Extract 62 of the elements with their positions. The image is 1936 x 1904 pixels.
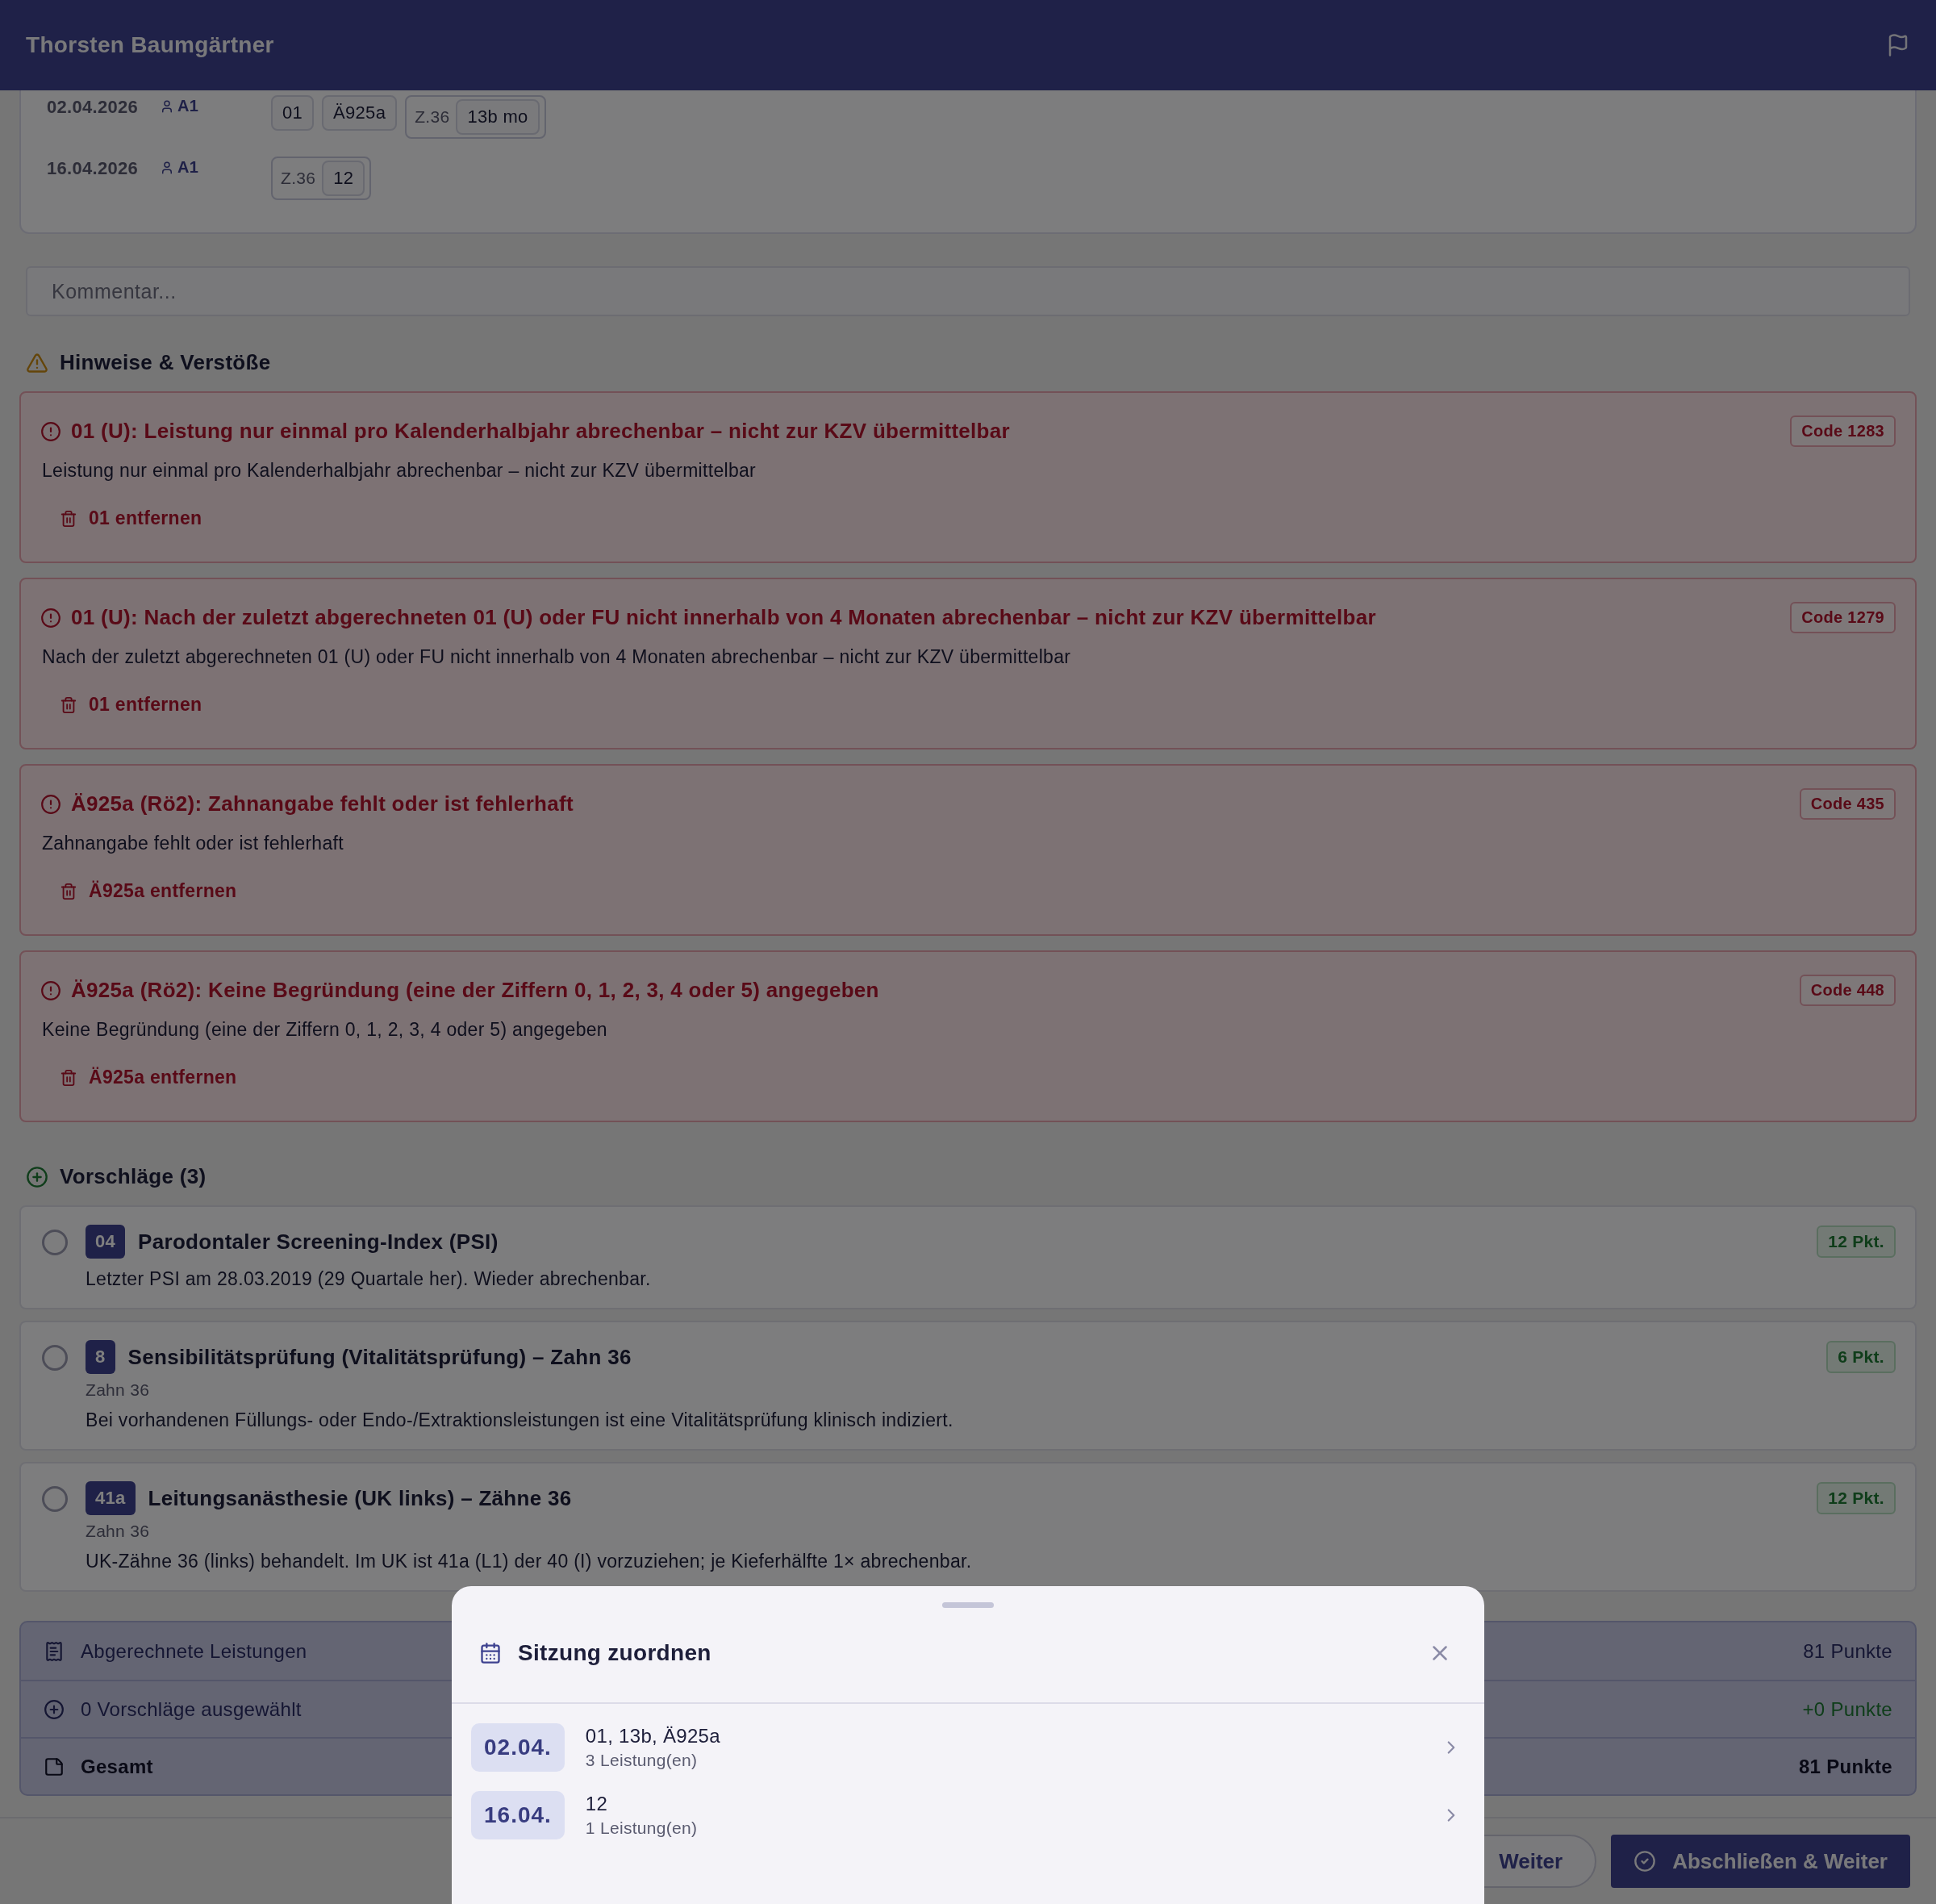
date-badge: 16.04. bbox=[471, 1791, 565, 1839]
points-badge: 6 Pkt. bbox=[1826, 1341, 1896, 1373]
finish-button[interactable]: Abschließen & Weiter bbox=[1611, 1835, 1910, 1888]
code-badge: 04 bbox=[86, 1225, 126, 1259]
violation-description: Zahnangabe fehlt oder ist fehlerhaft bbox=[42, 833, 344, 854]
suggestion-description: UK-Zähne 36 (links) behandelt. Im UK ist 41a (L1) der 40 (I) vorzuziehen; je Kieferhälfte 1× abrechenbar. bbox=[86, 1551, 973, 1572]
tooth-label: Zahn 36 bbox=[86, 1380, 151, 1400]
practitioner-label: A1 bbox=[177, 158, 199, 177]
section-title: Hinweise & Verstöße bbox=[60, 350, 271, 375]
violation-description: Leistung nur einmal pro Kalenderhalbjahr abrechenbar – nicht zur KZV übermittelbar bbox=[42, 460, 757, 482]
code-chip[interactable]: Ä925a bbox=[322, 95, 398, 131]
section-title: Vorschläge (3) bbox=[60, 1164, 207, 1189]
tooth-code-group[interactable]: Z.36 12 bbox=[271, 157, 372, 200]
session-codes: 12 bbox=[585, 1793, 609, 1815]
session-date: 02.04.2026 bbox=[47, 97, 140, 118]
remove-button[interactable]: 01 entfernen bbox=[40, 503, 222, 534]
tooth-code-group[interactable]: Z.36 13b mo bbox=[405, 95, 546, 139]
code-badge: Code 1279 bbox=[1790, 602, 1896, 633]
code-chip[interactable]: 01 bbox=[271, 95, 315, 131]
code-badge: 8 bbox=[86, 1340, 115, 1374]
comment-field[interactable]: Kommentar... bbox=[26, 266, 1910, 316]
summary-label: 0 Vorschläge ausgewählt bbox=[81, 1697, 302, 1721]
date-badge: 02.04. bbox=[471, 1723, 565, 1772]
points-badge: 12 Pkt. bbox=[1817, 1482, 1896, 1514]
violation-description: Nach der zuletzt abgerechneten 01 (U) oder FU nicht innerhalb von 4 Monaten abrechenbar – nicht zur KZV übermittelbar bbox=[42, 646, 1072, 668]
session-option[interactable]: 16.04. 12 1 Leistung(en) bbox=[452, 1772, 1484, 1839]
points-badge: 12 Pkt. bbox=[1817, 1225, 1896, 1258]
tooth-label: Z.36 bbox=[415, 107, 450, 127]
patient-name: Thorsten Baumgärtner bbox=[26, 32, 274, 58]
code-chip[interactable]: 12 bbox=[322, 161, 365, 196]
suggestion-title: Parodontaler Screening-Index (PSI) bbox=[138, 1229, 499, 1255]
summary-value: 81 Punkte bbox=[1803, 1639, 1892, 1663]
summary-label: Gesamt bbox=[81, 1755, 153, 1778]
session-option[interactable]: 02.04. 01, 13b, Ä925a 3 Leistung(en) bbox=[452, 1704, 1484, 1772]
code-badge: Code 435 bbox=[1799, 788, 1896, 820]
service-count: 3 Leistung(en) bbox=[585, 1751, 699, 1770]
violation-title: 01 (U): Nach der zuletzt abgerechneten 01 (U) oder FU nicht innerhalb von 4 Monaten abrechenbar – nicht zur KZV übermittelbar bbox=[71, 605, 1377, 630]
code-chip[interactable]: 13b mo bbox=[456, 99, 540, 135]
violation-title: 01 (U): Leistung nur einmal pro Kalenderhalbjahr abrechenbar – nicht zur KZV übermittelbar bbox=[71, 419, 1011, 444]
service-count: 1 Leistung(en) bbox=[585, 1818, 699, 1838]
remove-button[interactable]: Ä925a entfernen bbox=[40, 1062, 257, 1093]
suggestion-title: Sensibilitätsprüfung (Vitalitätsprüfung) – Zahn 36 bbox=[127, 1344, 632, 1370]
suggestion-title: Leitungsanästhesie (UK links) – Zähne 36 bbox=[148, 1485, 573, 1511]
summary-value: +0 Punkte bbox=[1802, 1697, 1892, 1721]
remove-button[interactable]: Ä925a entfernen bbox=[40, 875, 257, 907]
suggestion-description: Letzter PSI am 28.03.2019 (29 Quartale her). Wieder abrechenbar. bbox=[86, 1268, 652, 1290]
tooth-label: Zahn 36 bbox=[86, 1522, 151, 1541]
code-badge: 41a bbox=[86, 1481, 136, 1515]
practitioner-label: A1 bbox=[177, 97, 199, 115]
code-badge: Code 448 bbox=[1799, 975, 1896, 1006]
violation-title: Ä925a (Rö2): Zahnangabe fehlt oder ist fehlerhaft bbox=[71, 791, 574, 816]
sheet-title: Sitzung zuordnen bbox=[518, 1639, 712, 1666]
code-badge: Code 1283 bbox=[1790, 415, 1896, 447]
tooth-label: Z.36 bbox=[281, 169, 316, 188]
summary-value: 81 Punkte bbox=[1798, 1755, 1892, 1778]
remove-button[interactable]: 01 entfernen bbox=[40, 689, 222, 720]
summary-label: Abgerechnete Leistungen bbox=[81, 1639, 307, 1663]
violation-title: Ä925a (Rö2): Keine Begründung (eine der Ziffern 0, 1, 2, 3, 4 oder 5) angegeben bbox=[71, 978, 880, 1003]
suggestion-description: Bei vorhandenen Füllungs- oder Endo-/Extraktionsleistungen ist eine Vitalitätsprüfung klinisch indiziert. bbox=[86, 1409, 954, 1431]
violation-description: Keine Begründung (eine der Ziffern 0, 1, 2, 3, 4 oder 5) angegeben bbox=[42, 1019, 608, 1041]
session-codes: 01, 13b, Ä925a bbox=[585, 1725, 721, 1747]
session-date: 16.04.2026 bbox=[47, 158, 140, 179]
